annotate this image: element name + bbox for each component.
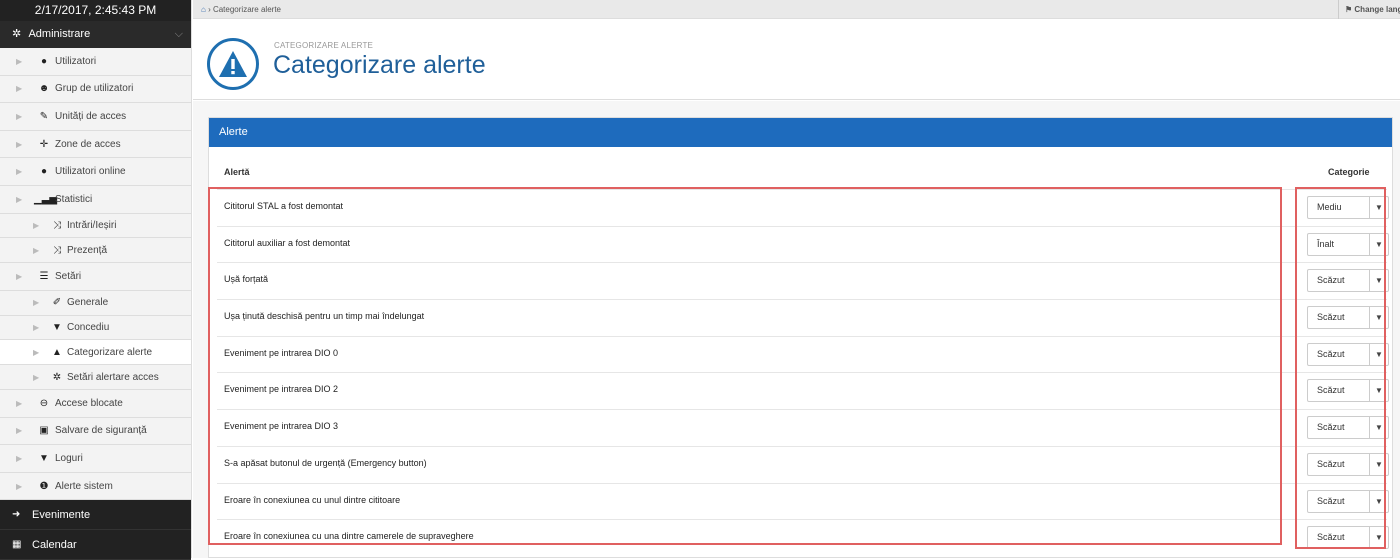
sidebar-item-label: Concediu: [67, 321, 110, 333]
sidebar-item-label: Alerte sistem: [55, 480, 113, 492]
caret-right-icon: ▶: [16, 111, 23, 121]
sign-in-icon: ➜: [12, 509, 21, 521]
sidebar-item-label: Statistici: [55, 193, 93, 205]
column-header-category: Categorie: [1328, 167, 1370, 177]
sidebar-subitem-prezenta[interactable]: ▶ ⤨ Prezență: [0, 238, 191, 264]
sidebar-item-label: Calendar: [32, 538, 77, 551]
user-icon: ●: [40, 55, 48, 67]
warning-icon: ▲: [52, 346, 62, 358]
sidebar-item-utilizatori[interactable]: ▶ ● Utilizatori: [0, 48, 191, 76]
sidebar-item-label: Zone de acces: [55, 138, 121, 150]
caret-right-icon: ▶: [33, 220, 40, 230]
sidebar-subitem-generale[interactable]: ▶ ✐ Generale: [0, 290, 191, 316]
sidebar-subitem-concediu[interactable]: ▶ ▼ Concediu: [0, 315, 191, 341]
sidebar-item-salvare[interactable]: ▶ ▣ Salvare de siguranță: [0, 417, 191, 446]
sidebar-item-label: Utilizatori online: [55, 166, 126, 178]
shuffle-icon: ⤨: [53, 219, 61, 231]
caret-right-icon: ▶: [16, 84, 23, 94]
main-content: Alerte Alertă Categorie Cititorul STAL a…: [193, 101, 1400, 558]
column-header-alert: Alertă: [224, 167, 250, 177]
sidebar-item-loguri[interactable]: ▶ ▼ Loguri: [0, 445, 191, 473]
chevron-down-icon: ⌵: [174, 28, 183, 40]
page-title: Categorizare alerte: [273, 51, 486, 79]
sidebar-subitem-intrari[interactable]: ▶ ⤨ Intrări/Ieșiri: [0, 213, 191, 239]
sidebar-item-label: Intrări/Ieșiri: [67, 219, 117, 231]
wrench-icon: ✐: [52, 297, 62, 309]
admin-label: Administrare: [28, 28, 91, 40]
save-icon: ▣: [39, 425, 49, 437]
sidebar-item-grup[interactable]: ▶ ☻ Grup de utilizatori: [0, 75, 191, 104]
user-online-icon: ●: [40, 166, 48, 178]
caret-right-icon: ▶: [33, 372, 40, 382]
users-icon: ☻: [38, 83, 50, 95]
highlight-box-alerts: [208, 187, 1282, 545]
sidebar-item-statistici[interactable]: ▶ ▁▃▅ Statistici: [0, 185, 191, 214]
pen-icon: ✎: [39, 110, 49, 122]
sidebar-item-alerte-sistem[interactable]: ▶ ❶ Alerte sistem: [0, 472, 191, 501]
sidebar-item-label: Setări alertare acces: [67, 371, 159, 383]
info-icon: ❶: [39, 480, 49, 492]
caret-right-icon: ▶: [16, 167, 23, 177]
sidebar: 2/17/2017, 2:45:43 PM ✲ Administrare ⌵ ▶…: [0, 0, 192, 560]
admin-menu-header[interactable]: ✲ Administrare ⌵: [0, 21, 191, 48]
sidebar-item-setari[interactable]: ▶ ☰ Setări: [0, 263, 191, 291]
calendar-icon: ▦: [12, 539, 22, 551]
caret-right-icon: ▶: [33, 322, 40, 332]
sidebar-item-label: Generale: [67, 297, 109, 309]
caret-right-icon: ▶: [16, 453, 23, 463]
sidebar-item-calendar[interactable]: ▦ Calendar: [0, 530, 191, 560]
sidebar-item-online[interactable]: ▶ ● Utilizatori online: [0, 158, 191, 186]
caret-right-icon: ▶: [33, 347, 40, 357]
caret-right-icon: ▶: [16, 481, 23, 491]
gear-icon: ✲: [12, 28, 22, 40]
caret-right-icon: ▶: [33, 298, 40, 308]
caret-right-icon: ▶: [16, 139, 23, 149]
highlight-box-categories: [1295, 187, 1386, 549]
flag-icon: ⚑: [1345, 5, 1353, 14]
sidebar-subitem-categorizare[interactable]: ▶ ▲ Categorizare alerte: [0, 340, 191, 366]
sidebar-item-label: Grup de utilizatori: [55, 83, 134, 95]
caret-right-icon: ▶: [16, 271, 23, 281]
caret-right-icon: ▶: [16, 398, 23, 408]
sidebar-item-evenimente[interactable]: ➜ Evenimente: [0, 500, 191, 531]
sidebar-item-label: Categorizare alerte: [67, 346, 153, 358]
warning-icon: [207, 38, 259, 90]
sidebar-item-label: Evenimente: [32, 508, 91, 521]
shuffle-icon: ⤨: [53, 244, 61, 256]
sidebar-item-unitati[interactable]: ▶ ✎ Unități de acces: [0, 103, 191, 131]
page-subtitle: CATEGORIZARE ALERTE: [274, 41, 374, 50]
change-language-label: Change langu: [1354, 5, 1400, 14]
breadcrumb-current: Categorizare alerte: [212, 5, 281, 14]
sidebar-item-label: Unități de acces: [55, 110, 127, 122]
sidebar-subitem-alertare[interactable]: ▶ ✲ Setări alertare acces: [0, 365, 191, 390]
block-icon: ⊖: [39, 397, 49, 409]
list-icon: ☰: [39, 270, 49, 282]
panel-title: Alerte: [209, 118, 1392, 147]
sidebar-item-label: Salvare de siguranță: [55, 425, 147, 437]
caret-right-icon: ▶: [16, 56, 23, 66]
gear-icon: ✲: [52, 371, 62, 383]
change-language-button[interactable]: ⚑ Change langu: [1338, 0, 1400, 19]
sidebar-item-label: Loguri: [55, 452, 83, 464]
crosshair-icon: ✛: [39, 138, 49, 150]
signal-icon: ▁▃▅: [34, 193, 58, 205]
breadcrumb: ⌂ › Categorizare alerte ⚑ Change langu: [193, 0, 1400, 19]
sidebar-item-label: Utilizatori: [55, 55, 97, 67]
page-header: CATEGORIZARE ALERTE Categorizare alerte: [193, 20, 1400, 100]
caret-right-icon: ▶: [33, 245, 40, 255]
clock: 2/17/2017, 2:45:43 PM: [0, 0, 191, 21]
sidebar-item-label: Prezență: [67, 244, 108, 256]
filter-icon: ▼: [52, 321, 62, 333]
caret-right-icon: ▶: [16, 194, 23, 204]
filter-icon: ▼: [39, 452, 49, 464]
home-icon[interactable]: ⌂: [201, 5, 206, 14]
caret-right-icon: ▶: [16, 426, 23, 436]
sidebar-item-label: Setări: [55, 270, 82, 282]
sidebar-item-zone[interactable]: ▶ ✛ Zone de acces: [0, 130, 191, 159]
sidebar-item-accese-blocate[interactable]: ▶ ⊖ Accese blocate: [0, 389, 191, 418]
sidebar-item-label: Accese blocate: [55, 397, 123, 409]
